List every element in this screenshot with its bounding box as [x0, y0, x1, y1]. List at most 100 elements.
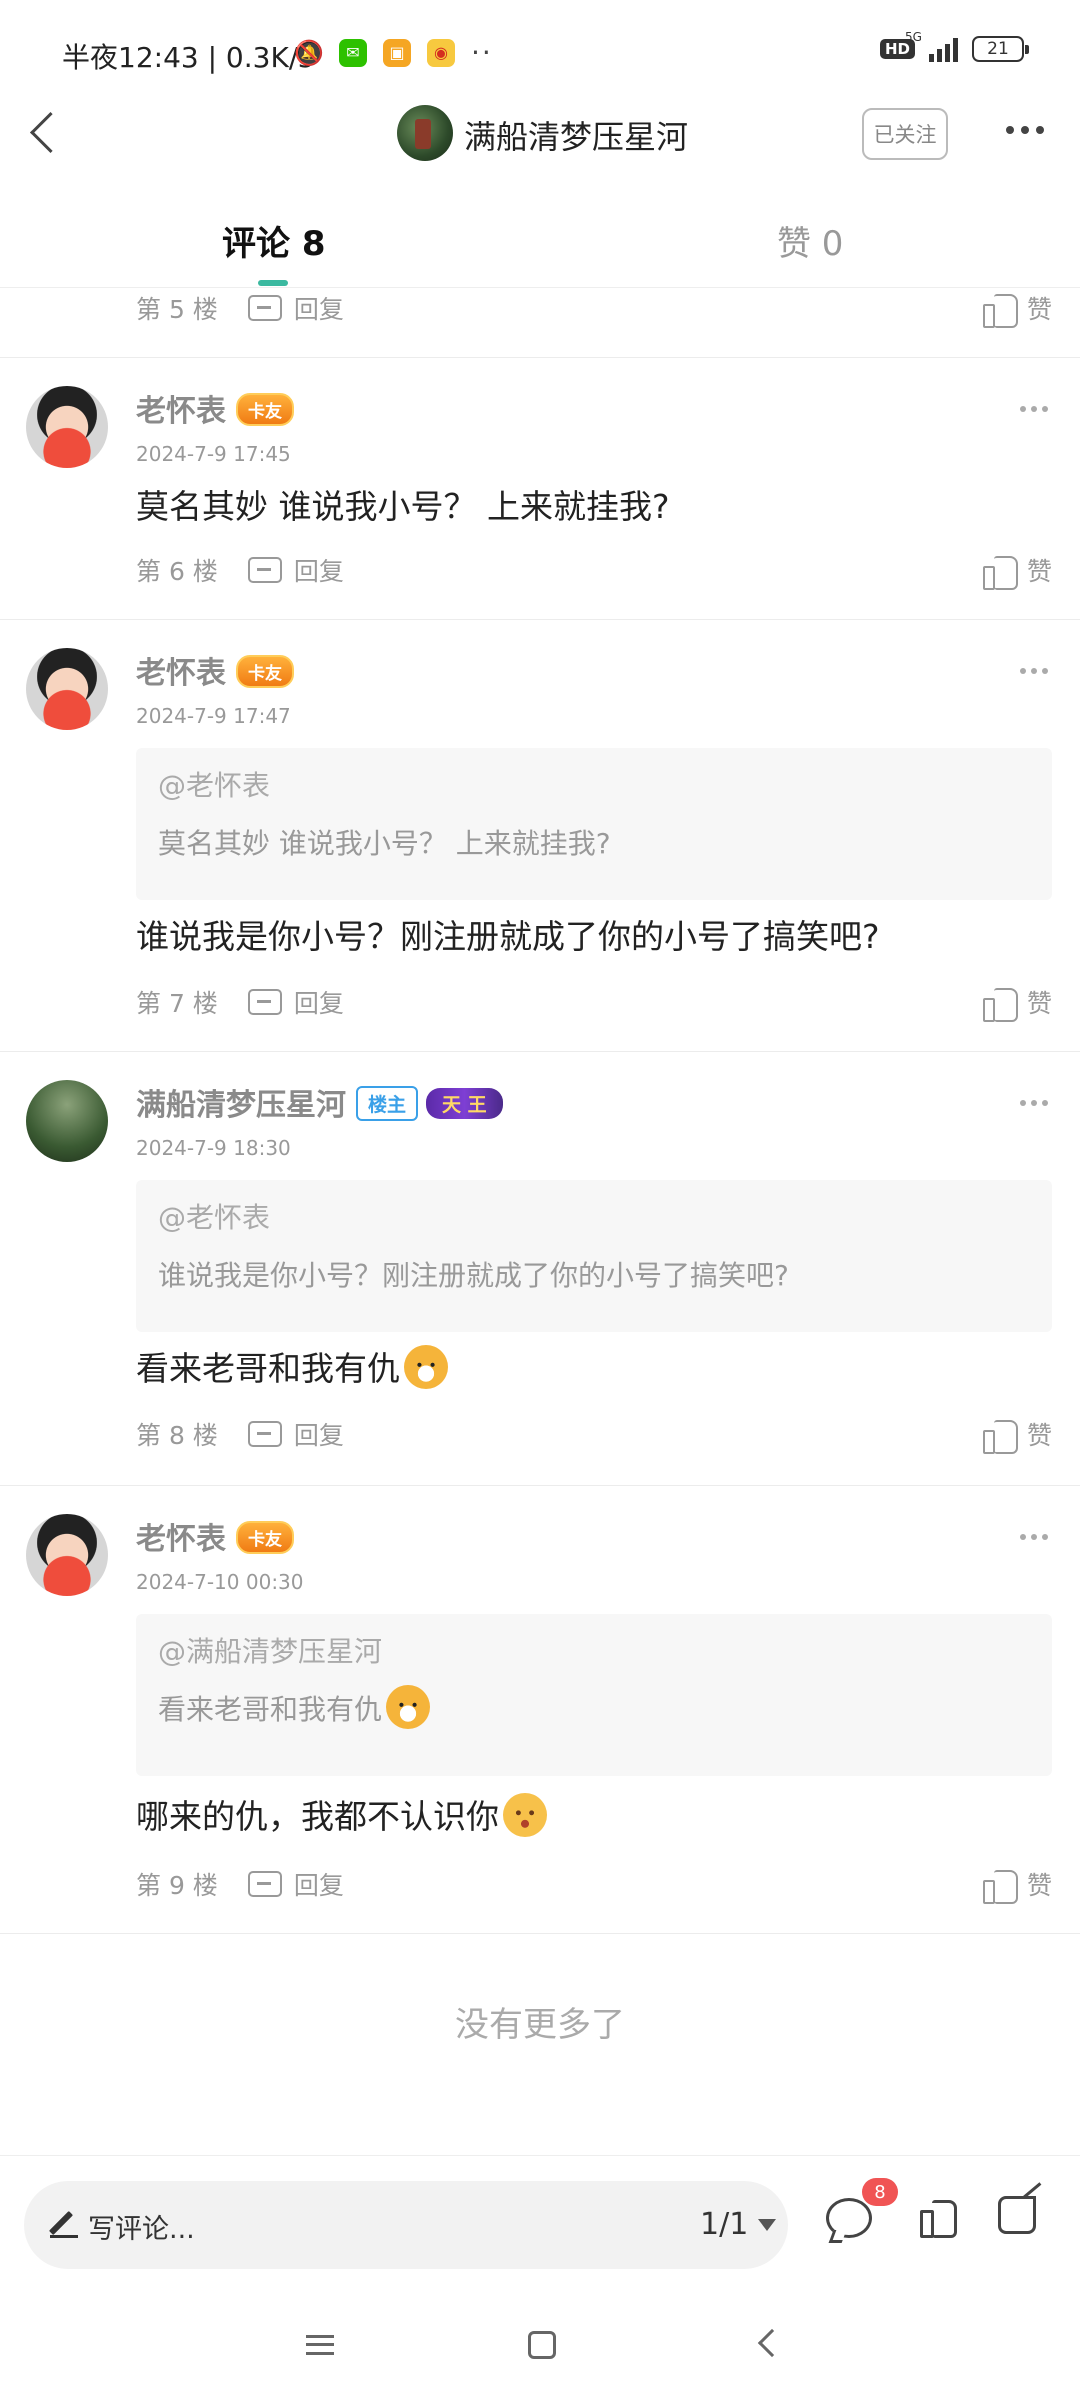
reply-button[interactable]: 回复 — [294, 290, 344, 326]
reply-button[interactable]: 回复 — [294, 552, 344, 588]
like-button[interactable]: 赞 — [982, 552, 1052, 590]
bottom-action-bar: 写评论... 1/1 8 — [0, 2155, 1080, 2295]
comment-item: 老怀表 卡友 2024-7-10 00:30 @满船清梦压星河 看来老哥和我有仇 … — [0, 1486, 1080, 1934]
caret-down-icon[interactable] — [758, 2219, 776, 2231]
tab-bar: 评论 8 赞 0 — [0, 200, 1080, 288]
floor-label: 第 7 楼 — [136, 989, 218, 1018]
tab-active-indicator — [258, 280, 288, 286]
avatar[interactable] — [26, 386, 108, 468]
comment-text: 哪来的仇，我都不认识你 — [136, 1797, 499, 1836]
author-name[interactable]: 老怀表 — [136, 656, 226, 691]
thumbs-up-icon[interactable] — [920, 2196, 960, 2238]
reply-button[interactable]: 回复 — [294, 984, 344, 1020]
reply-icon[interactable] — [247, 989, 282, 1015]
quote-mention: @老怀表 — [158, 1201, 271, 1234]
more-options-icon[interactable] — [1000, 110, 1050, 150]
floor-label: 第 6 楼 — [136, 557, 218, 586]
nav-back-icon[interactable] — [757, 2328, 787, 2358]
status-notification-icons: 🔕 ✉ ▣ ◉ ·· — [294, 36, 493, 69]
comment-text: 看来老哥和我有仇 — [136, 1349, 400, 1388]
avatar[interactable] — [26, 648, 108, 730]
pencil-icon — [50, 2207, 80, 2238]
home-icon[interactable] — [528, 2331, 556, 2359]
quoted-comment[interactable]: @老怀表 莫名其妙 谁说我小号？ 上来就挂我? — [136, 748, 1052, 900]
like-button[interactable]: 赞 — [982, 984, 1052, 1022]
write-comment-placeholder: 写评论... — [88, 2214, 195, 2245]
like-label: 赞 — [1026, 295, 1052, 324]
tab-likes[interactable]: 赞 0 — [777, 216, 843, 265]
write-comment-input[interactable]: 写评论... 1/1 — [24, 2181, 788, 2269]
comment-item: 老怀表 卡友 2024-7-9 17:45 莫名其妙 谁说我小号？ 上来就挂我? … — [0, 358, 1080, 620]
reply-icon[interactable] — [247, 557, 282, 583]
more-notifications-icon: ·· — [471, 36, 493, 69]
follow-button[interactable]: 已关注 — [862, 108, 948, 160]
battery-level: 21 — [987, 39, 1009, 59]
back-arrow-icon[interactable] — [22, 108, 72, 158]
comment-item: 老怀表 卡友 2024-7-9 17:47 @老怀表 莫名其妙 谁说我小号？ 上来… — [0, 620, 1080, 1052]
header: 满船清梦压星河 已关注 — [0, 100, 1080, 170]
comment-author[interactable]: 满船清梦压星河 楼主天 王 — [136, 1080, 503, 1124]
comment-more-icon[interactable] — [1020, 668, 1048, 674]
tab-comments[interactable]: 评论 8 — [222, 216, 326, 265]
author-avatar[interactable] — [397, 105, 453, 161]
quote-text: 谁说我是你小号？刚注册就成了你的小号了搞笑吧? — [158, 1259, 789, 1292]
like-label: 赞 — [1026, 989, 1052, 1018]
quote-body: 看来老哥和我有仇 — [158, 1685, 1030, 1733]
quote-text: 看来老哥和我有仇 — [158, 1693, 383, 1726]
status-right-icons: HD 5G 21 — [879, 30, 1029, 62]
floor-label: 第 5 楼 — [136, 295, 218, 324]
floor-label: 第 9 楼 — [136, 1871, 218, 1900]
author-name[interactable]: 满船清梦压星河 — [464, 112, 688, 158]
page-indicator[interactable]: 1/1 — [700, 2207, 748, 2242]
recent-apps-icon[interactable] — [306, 2335, 334, 2355]
comment-text: 谁说我是你小号？刚注册就成了你的小号了搞笑吧? — [136, 917, 880, 956]
end-of-list-text: 没有更多了 — [455, 2005, 625, 2045]
share-icon[interactable] — [998, 2196, 1036, 2234]
comment-author[interactable]: 老怀表 卡友 — [136, 648, 294, 692]
comment-footer: 第 7 楼 回复 赞 — [136, 982, 1052, 1022]
reply-button[interactable]: 回复 — [294, 1416, 344, 1452]
author-name[interactable]: 老怀表 — [136, 1522, 226, 1557]
thumbs-up-icon — [982, 554, 1018, 590]
avatar[interactable] — [26, 1080, 108, 1162]
comment-count-badge: 8 — [862, 2178, 898, 2206]
network-type: 5G — [905, 30, 922, 44]
comment-date: 2024-7-10 00:30 — [136, 1570, 304, 1594]
comment-date: 2024-7-9 17:47 — [136, 704, 291, 728]
reply-icon[interactable] — [247, 1421, 282, 1447]
comment-more-icon[interactable] — [1020, 1100, 1048, 1106]
like-button[interactable]: 赞 — [982, 1416, 1052, 1454]
status-time: 半夜12:43 | 0.3K/s — [62, 41, 313, 74]
comment-more-icon[interactable] — [1020, 1534, 1048, 1540]
card-friend-badge: 卡友 — [236, 393, 294, 426]
king-badge: 天 王 — [426, 1088, 503, 1119]
reply-button[interactable]: 回复 — [294, 1866, 344, 1902]
quoted-comment[interactable]: @老怀表 谁说我是你小号？刚注册就成了你的小号了搞笑吧? — [136, 1180, 1052, 1332]
card-friend-badge: 卡友 — [236, 655, 294, 688]
reply-icon[interactable] — [247, 295, 282, 321]
reply-icon[interactable] — [247, 1871, 282, 1897]
app-notification-icon: ▣ — [383, 38, 411, 67]
quoted-comment[interactable]: @满船清梦压星河 看来老哥和我有仇 — [136, 1614, 1052, 1776]
like-label: 赞 — [1026, 1871, 1052, 1900]
comment-body: 哪来的仇，我都不认识你 — [136, 1790, 547, 1841]
like-button[interactable]: 赞 — [982, 1866, 1052, 1904]
floor-label: 第 8 楼 — [136, 1421, 218, 1450]
comment-partial: 第 5 楼 回复 赞 — [0, 288, 1080, 358]
like-button[interactable]: 赞 — [982, 290, 1052, 328]
thumbs-up-icon — [982, 292, 1018, 328]
signal-icon: 5G — [905, 30, 958, 62]
quote-text: 莫名其妙 谁说我小号？ 上来就挂我? — [158, 827, 611, 860]
comment-author[interactable]: 老怀表 卡友 — [136, 386, 294, 430]
status-bar: 半夜12:43 | 0.3K/s 🔕 ✉ ▣ ◉ ·· HD 5G 21 — [0, 0, 1080, 105]
comment-more-icon[interactable] — [1020, 406, 1048, 412]
comment-bubble-icon[interactable] — [826, 2198, 872, 2238]
avatar[interactable] — [26, 1514, 108, 1596]
comment-footer: 第 5 楼 回复 赞 — [136, 288, 1052, 328]
comment-item: 满船清梦压星河 楼主天 王 2024-7-9 18:30 @老怀表 谁说我是你小号… — [0, 1052, 1080, 1486]
comment-author[interactable]: 老怀表 卡友 — [136, 1514, 294, 1558]
author-name[interactable]: 老怀表 — [136, 394, 226, 429]
author-name[interactable]: 满船清梦压星河 — [136, 1088, 346, 1123]
card-friend-badge: 卡友 — [236, 1521, 294, 1554]
battery-icon: 21 — [972, 36, 1029, 62]
